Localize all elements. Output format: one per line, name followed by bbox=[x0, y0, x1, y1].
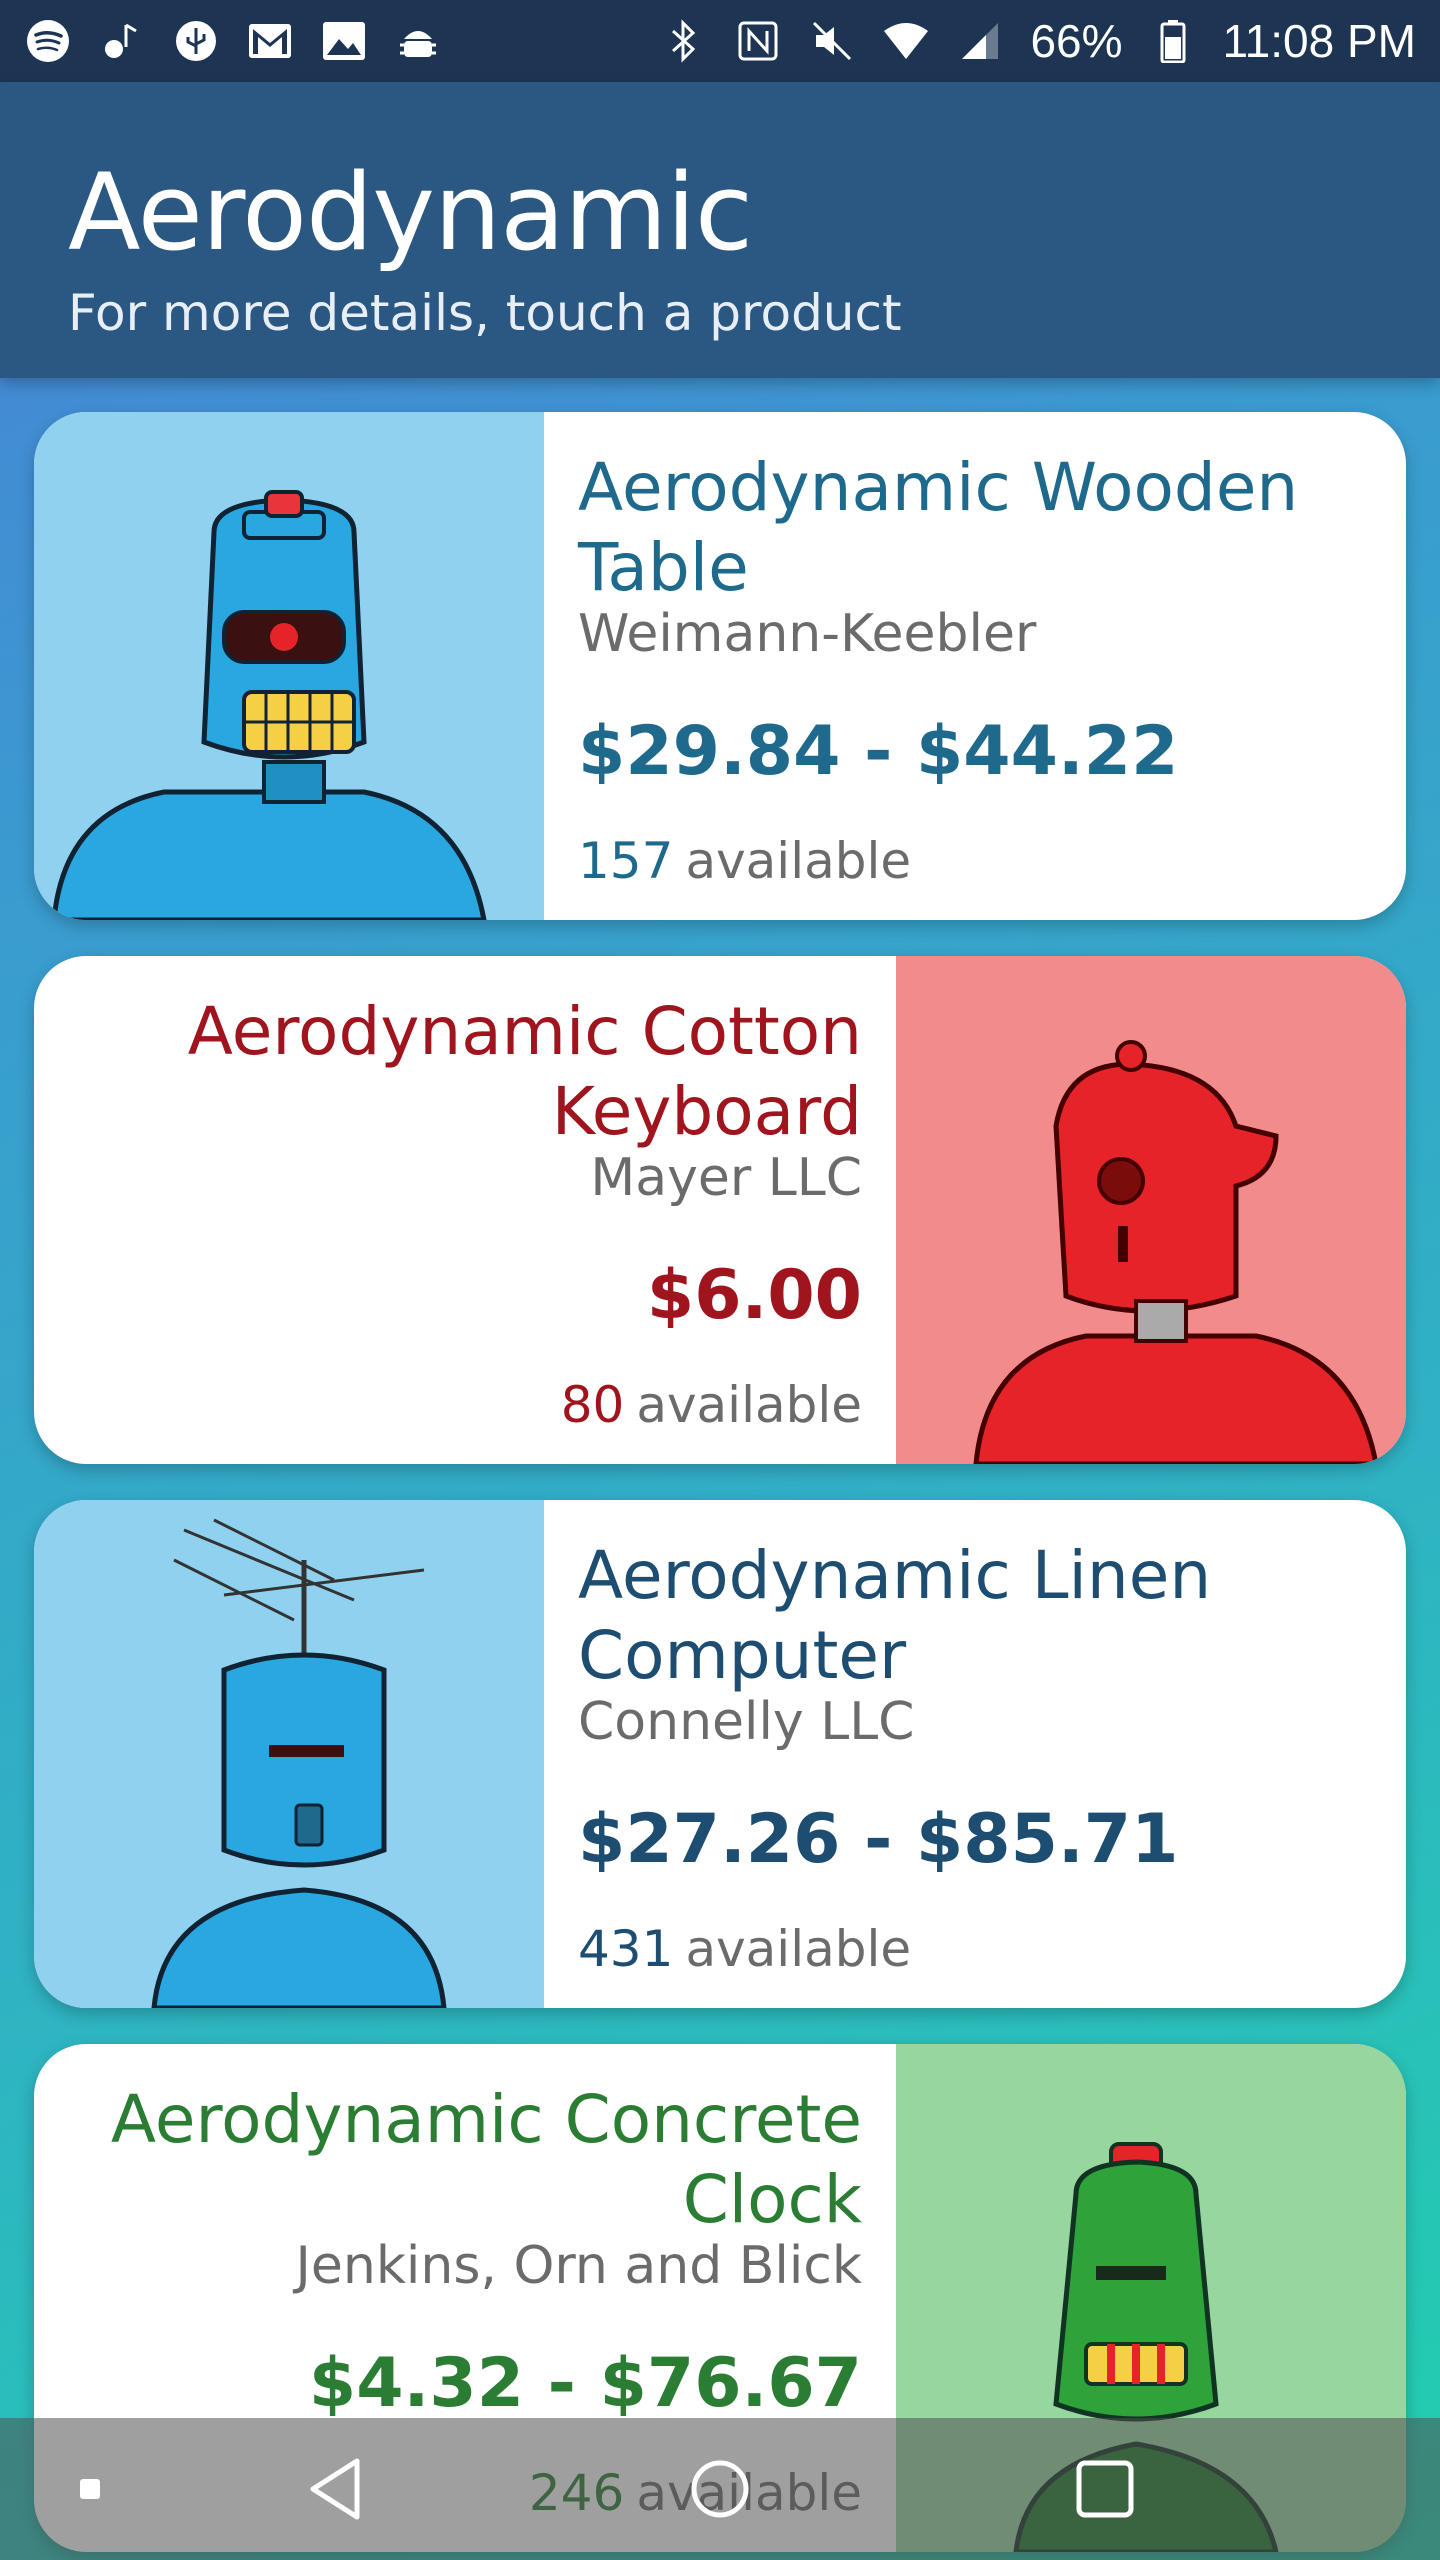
recents-dot-icon[interactable] bbox=[60, 2418, 120, 2560]
product-vendor: Connelly LLC bbox=[578, 1692, 915, 1752]
available-count: 431 bbox=[578, 1920, 674, 1978]
product-info: Aerodynamic Cotton Keyboard Mayer LLC $6… bbox=[72, 956, 862, 1464]
product-image bbox=[34, 412, 544, 920]
status-left-icons bbox=[24, 17, 442, 65]
robot-illustration bbox=[151, 1518, 447, 2008]
clock: 11:08 PM bbox=[1222, 15, 1416, 67]
spotify-icon bbox=[24, 17, 72, 65]
product-vendor: Weimann-Keebler bbox=[578, 604, 1037, 664]
status-right-icons: 66% 11:08 PM bbox=[660, 14, 1416, 68]
page-subtitle: For more details, touch a product bbox=[68, 284, 902, 342]
product-name: Aerodynamic Wooden Table bbox=[578, 449, 1299, 606]
navigation-bar bbox=[0, 2418, 1440, 2560]
available-count: 80 bbox=[560, 1376, 625, 1434]
product-vendor: Jenkins, Orn and Blick bbox=[295, 2236, 862, 2296]
product-price: $4.32 - $76.67 bbox=[308, 2344, 862, 2423]
product-availability: 157 available bbox=[578, 832, 1368, 890]
product-availability: 80 available bbox=[72, 1376, 862, 1434]
android-debug-icon bbox=[394, 17, 442, 65]
product-card[interactable]: Aerodynamic Linen Computer Connelly LLC … bbox=[34, 1500, 1406, 2008]
product-name: Aerodynamic Concrete Clock bbox=[110, 2081, 862, 2238]
battery-percent: 66% bbox=[1030, 15, 1123, 67]
product-availability: 431 available bbox=[578, 1920, 1368, 1978]
product-card[interactable]: Aerodynamic Wooden Table Weimann-Keebler… bbox=[34, 412, 1406, 920]
product-price: $6.00 bbox=[646, 1256, 862, 1335]
gallery-icon bbox=[320, 17, 368, 65]
available-label: available bbox=[636, 1376, 862, 1434]
usb-icon bbox=[172, 17, 220, 65]
nfc-icon bbox=[734, 17, 782, 65]
app-bar: Aerodynamic For more details, touch a pr… bbox=[0, 82, 1440, 378]
product-vendor: Mayer LLC bbox=[590, 1148, 862, 1208]
overview-icon[interactable] bbox=[1065, 2418, 1145, 2560]
bluetooth-icon bbox=[660, 17, 708, 65]
product-name: Aerodynamic Cotton Keyboard bbox=[187, 993, 862, 1150]
robot-illustration bbox=[973, 1040, 1379, 1464]
product-price: $27.26 - $85.71 bbox=[578, 1800, 1179, 1879]
battery-icon bbox=[1149, 17, 1197, 65]
robot-illustration bbox=[51, 490, 487, 920]
product-price: $29.84 - $44.22 bbox=[578, 712, 1179, 791]
product-name: Aerodynamic Linen Computer bbox=[578, 1537, 1212, 1694]
status-bar: 66% 11:08 PM bbox=[0, 0, 1440, 82]
product-card[interactable]: Aerodynamic Cotton Keyboard Mayer LLC $6… bbox=[34, 956, 1406, 1464]
product-image bbox=[896, 956, 1406, 1464]
bluetooth-audio-icon bbox=[98, 17, 146, 65]
back-icon[interactable] bbox=[290, 2418, 380, 2560]
available-count: 157 bbox=[578, 832, 674, 890]
available-label: available bbox=[685, 832, 912, 890]
product-info: Aerodynamic Wooden Table Weimann-Keebler… bbox=[578, 412, 1368, 920]
signal-icon bbox=[956, 17, 1004, 65]
available-label: available bbox=[685, 1920, 912, 1978]
product-info: Aerodynamic Linen Computer Connelly LLC … bbox=[578, 1500, 1368, 2008]
home-icon[interactable] bbox=[680, 2418, 760, 2560]
mute-icon bbox=[808, 17, 856, 65]
page-title: Aerodynamic bbox=[68, 151, 753, 274]
product-image bbox=[34, 1500, 544, 2008]
wifi-icon bbox=[882, 17, 930, 65]
gmail-icon bbox=[246, 17, 294, 65]
